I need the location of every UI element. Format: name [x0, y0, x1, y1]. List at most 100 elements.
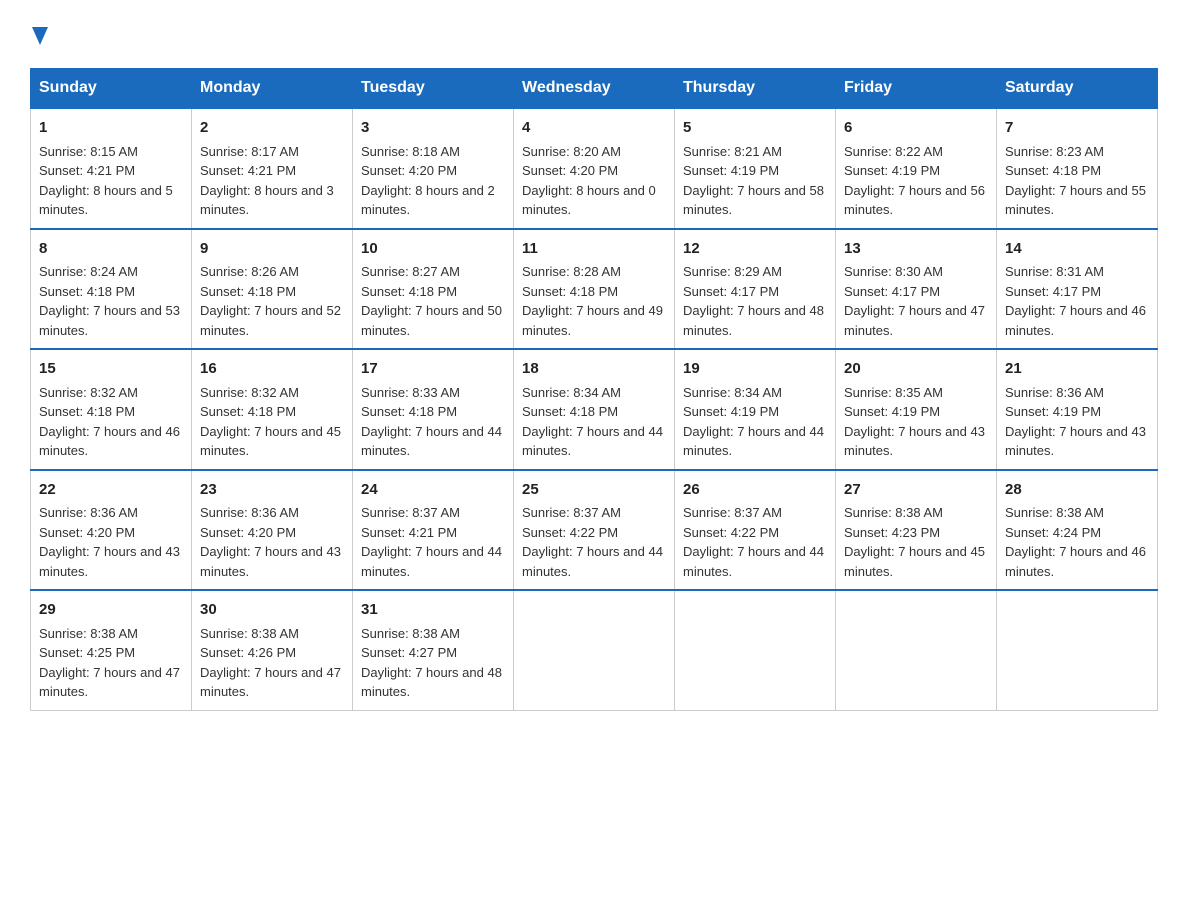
- day-daylight: Daylight: 7 hours and 45 minutes.: [200, 424, 341, 459]
- day-sunrise: Sunrise: 8:36 AM: [1005, 385, 1104, 400]
- day-number: 25: [522, 479, 666, 502]
- day-sunset: Sunset: 4:19 PM: [844, 163, 940, 178]
- day-daylight: Daylight: 8 hours and 0 minutes.: [522, 183, 656, 218]
- day-sunrise: Sunrise: 8:20 AM: [522, 144, 621, 159]
- day-daylight: Daylight: 7 hours and 43 minutes.: [200, 544, 341, 579]
- day-sunset: Sunset: 4:19 PM: [844, 404, 940, 419]
- day-daylight: Daylight: 7 hours and 48 minutes.: [361, 665, 502, 700]
- day-sunset: Sunset: 4:17 PM: [844, 284, 940, 299]
- day-sunset: Sunset: 4:20 PM: [200, 525, 296, 540]
- calendar-day: 26 Sunrise: 8:37 AM Sunset: 4:22 PM Dayligh…: [675, 470, 836, 591]
- day-daylight: Daylight: 7 hours and 56 minutes.: [844, 183, 985, 218]
- calendar-day: 19Sunrise: 8:34 AMSunset: 4:19 PMDayligh…: [675, 349, 836, 470]
- day-number: 11: [522, 238, 666, 261]
- day-daylight: Daylight: 7 hours and 58 minutes.: [683, 183, 824, 218]
- day-daylight: Daylight: 7 hours and 47 minutes.: [39, 665, 180, 700]
- day-sunrise: Sunrise: 8:23 AM: [1005, 144, 1104, 159]
- calendar-day: 21Sunrise: 8:36 AMSunset: 4:19 PMDayligh…: [997, 349, 1158, 470]
- calendar-day: [836, 590, 997, 710]
- day-sunset: Sunset: 4:18 PM: [39, 284, 135, 299]
- calendar-day: 29Sunrise: 8:38 AMSunset: 4:25 PMDayligh…: [31, 590, 192, 710]
- day-sunset: Sunset: 4:17 PM: [1005, 284, 1101, 299]
- day-sunset: Sunset: 4:18 PM: [522, 404, 618, 419]
- calendar-day: 28Sunrise: 8:38 AMSunset: 4:24 PMDayligh…: [997, 470, 1158, 591]
- day-sunset: Sunset: 4:18 PM: [1005, 163, 1101, 178]
- calendar-day: 10Sunrise: 8:27 AMSunset: 4:18 PMDayligh…: [353, 229, 514, 350]
- day-daylight: Daylight: 7 hours and 44 minutes.: [683, 544, 824, 579]
- calendar-day: 14Sunrise: 8:31 AMSunset: 4:17 PMDayligh…: [997, 229, 1158, 350]
- day-daylight: Daylight: 7 hours and 46 minutes.: [39, 424, 180, 459]
- calendar-day: 25Sunrise: 8:37 AMSunset: 4:22 PMDayligh…: [514, 470, 675, 591]
- day-number: 26: [683, 479, 827, 502]
- day-number: 15: [39, 358, 183, 381]
- logo-line1: [30, 20, 48, 48]
- day-sunset: Sunset: 4:18 PM: [200, 284, 296, 299]
- day-sunset: Sunset: 4:19 PM: [1005, 404, 1101, 419]
- weekday-header-thursday: Thursday: [675, 69, 836, 109]
- day-daylight: Daylight: 7 hours and 46 minutes.: [1005, 303, 1146, 338]
- day-number: 27: [844, 479, 988, 502]
- day-daylight: Daylight: 7 hours and 44 minutes.: [522, 424, 663, 459]
- day-sunrise: Sunrise: 8:15 AM: [39, 144, 138, 159]
- day-sunrise: Sunrise: 8:37 AM: [683, 505, 782, 520]
- day-number: 17: [361, 358, 505, 381]
- day-sunrise: Sunrise: 8:36 AM: [39, 505, 138, 520]
- day-sunset: Sunset: 4:19 PM: [683, 404, 779, 419]
- day-sunset: Sunset: 4:22 PM: [683, 525, 779, 540]
- day-number: 29: [39, 599, 183, 622]
- day-sunset: Sunset: 4:26 PM: [200, 645, 296, 660]
- day-sunset: Sunset: 4:27 PM: [361, 645, 457, 660]
- weekday-header-tuesday: Tuesday: [353, 69, 514, 109]
- day-number: 5: [683, 117, 827, 140]
- calendar-day: 22Sunrise: 8:36 AMSunset: 4:20 PMDayligh…: [31, 470, 192, 591]
- day-daylight: Daylight: 7 hours and 46 minutes.: [1005, 544, 1146, 579]
- day-sunset: Sunset: 4:23 PM: [844, 525, 940, 540]
- day-daylight: Daylight: 7 hours and 55 minutes.: [1005, 183, 1146, 218]
- day-sunset: Sunset: 4:18 PM: [522, 284, 618, 299]
- day-daylight: Daylight: 7 hours and 49 minutes.: [522, 303, 663, 338]
- day-number: 8: [39, 238, 183, 261]
- calendar-table: SundayMondayTuesdayWednesdayThursdayFrid…: [30, 68, 1158, 711]
- weekday-header-row: SundayMondayTuesdayWednesdayThursdayFrid…: [31, 69, 1158, 109]
- day-sunrise: Sunrise: 8:29 AM: [683, 264, 782, 279]
- day-number: 28: [1005, 479, 1149, 502]
- logo: [30, 20, 48, 48]
- day-sunrise: Sunrise: 8:34 AM: [522, 385, 621, 400]
- calendar-day: [514, 590, 675, 710]
- day-number: 9: [200, 238, 344, 261]
- calendar-day: 18 Sunrise: 8:34 AM Sunset: 4:18 PM Dayligh…: [514, 349, 675, 470]
- day-number: 18: [522, 358, 666, 381]
- day-daylight: Daylight: 7 hours and 50 minutes.: [361, 303, 502, 338]
- day-sunrise: Sunrise: 8:38 AM: [39, 626, 138, 641]
- day-sunset: Sunset: 4:18 PM: [361, 284, 457, 299]
- day-sunset: Sunset: 4:19 PM: [683, 163, 779, 178]
- calendar-week-row: 15 Sunrise: 8:32 AM Sunset: 4:18 PM Dayligh…: [31, 349, 1158, 470]
- day-number: 30: [200, 599, 344, 622]
- day-sunrise: Sunrise: 8:36 AM: [200, 505, 299, 520]
- calendar-day: 27 Sunrise: 8:38 AM Sunset: 4:23 PM Dayligh…: [836, 470, 997, 591]
- day-sunrise: Sunrise: 8:17 AM: [200, 144, 299, 159]
- day-sunrise: Sunrise: 8:35 AM: [844, 385, 943, 400]
- calendar-day: [675, 590, 836, 710]
- day-sunrise: Sunrise: 8:21 AM: [683, 144, 782, 159]
- weekday-header-monday: Monday: [192, 69, 353, 109]
- day-sunrise: Sunrise: 8:32 AM: [200, 385, 299, 400]
- day-sunset: Sunset: 4:20 PM: [39, 525, 135, 540]
- day-sunrise: Sunrise: 8:26 AM: [200, 264, 299, 279]
- calendar-day: 3Sunrise: 8:18 AMSunset: 4:20 PMDaylight…: [353, 108, 514, 229]
- day-number: 13: [844, 238, 988, 261]
- day-daylight: Daylight: 8 hours and 2 minutes.: [361, 183, 495, 218]
- day-number: 31: [361, 599, 505, 622]
- calendar-week-row: 8 Sunrise: 8:24 AM Sunset: 4:18 PM Daylight…: [31, 229, 1158, 350]
- day-sunset: Sunset: 4:18 PM: [39, 404, 135, 419]
- weekday-header-wednesday: Wednesday: [514, 69, 675, 109]
- day-daylight: Daylight: 7 hours and 47 minutes.: [200, 665, 341, 700]
- day-sunrise: Sunrise: 8:24 AM: [39, 264, 138, 279]
- day-daylight: Daylight: 7 hours and 43 minutes.: [39, 544, 180, 579]
- day-daylight: Daylight: 7 hours and 45 minutes.: [844, 544, 985, 579]
- calendar-day: 23Sunrise: 8:36 AMSunset: 4:20 PMDayligh…: [192, 470, 353, 591]
- day-sunrise: Sunrise: 8:38 AM: [844, 505, 943, 520]
- calendar-day: 2Sunrise: 8:17 AMSunset: 4:21 PMDaylight…: [192, 108, 353, 229]
- calendar-day: 31Sunrise: 8:38 AMSunset: 4:27 PMDayligh…: [353, 590, 514, 710]
- day-sunrise: Sunrise: 8:31 AM: [1005, 264, 1104, 279]
